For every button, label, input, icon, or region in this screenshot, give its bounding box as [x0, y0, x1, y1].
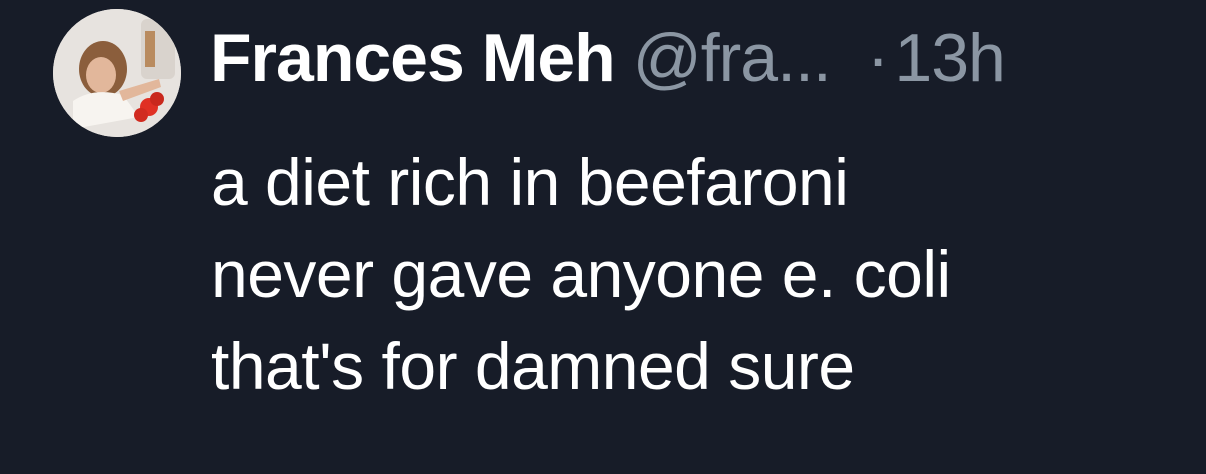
- tweet-text-line: a diet rich in beefaroni: [211, 145, 849, 219]
- separator-dot: ·: [866, 20, 890, 96]
- tweet-header: Frances Meh @fra... ·13h: [210, 18, 1006, 98]
- tweet-text-line: never gave anyone e. coli: [211, 237, 951, 311]
- avatar-image: [53, 9, 181, 137]
- user-handle[interactable]: @fra...: [633, 20, 832, 96]
- display-name[interactable]: Frances Meh: [210, 20, 616, 96]
- tweet: Frances Meh @fra... ·13h a diet rich in be…: [0, 0, 1206, 474]
- tweet-text-line: that's for damned sure: [211, 329, 855, 403]
- tweet-text: a diet rich in beefaroni never gave anyo…: [211, 136, 1191, 412]
- timestamp[interactable]: 13h: [894, 20, 1005, 96]
- avatar[interactable]: [53, 9, 181, 137]
